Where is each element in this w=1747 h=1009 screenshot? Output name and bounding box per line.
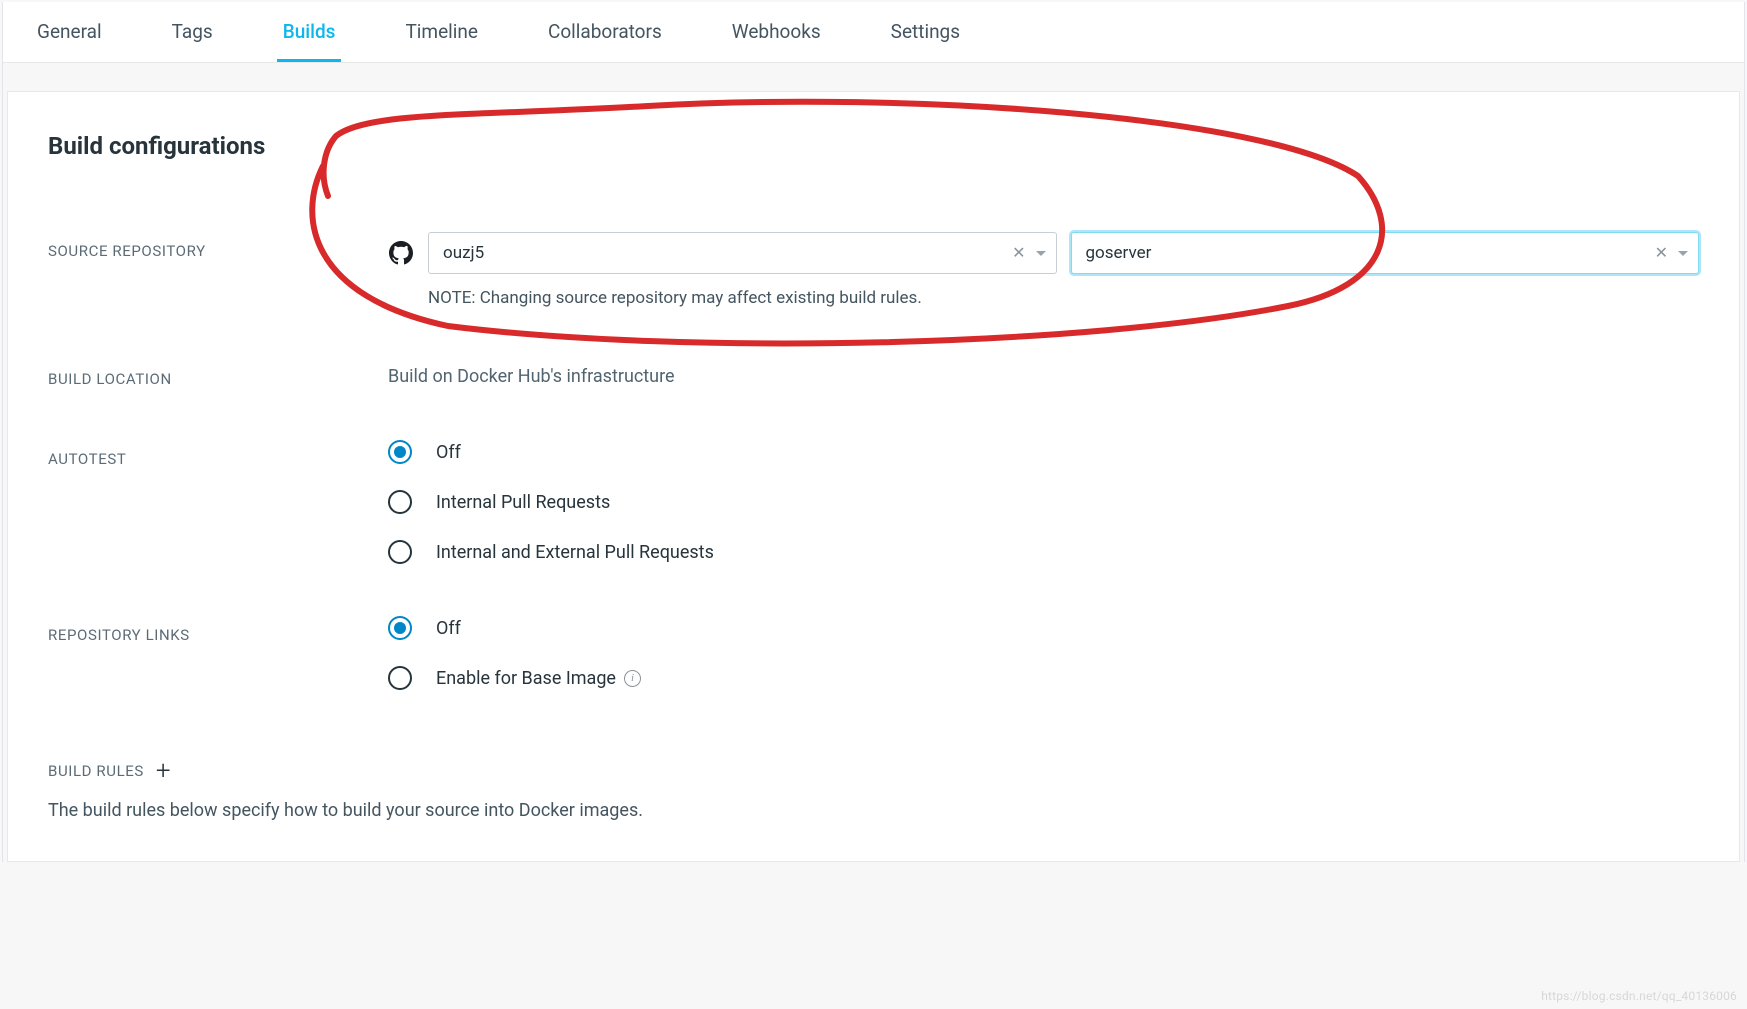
add-build-rule-icon[interactable]: + (156, 758, 171, 784)
owner-select[interactable]: ouzj5 ✕ (428, 232, 1057, 274)
source-repository-note: NOTE: Changing source repository may aff… (428, 288, 1699, 308)
page-title: Build configurations (48, 132, 1699, 160)
autotest-label: AUTOTEST (48, 440, 388, 468)
tab-webhooks[interactable]: Webhooks (726, 2, 827, 62)
clear-repo-icon[interactable]: ✕ (1655, 245, 1668, 261)
radio-icon (388, 666, 412, 690)
radio-label: Enable for Base Image i (436, 668, 641, 689)
tab-bar: General Tags Builds Timeline Collaborato… (3, 2, 1744, 63)
source-repository-label: SOURCE REPOSITORY (48, 232, 388, 260)
radio-label: Off (436, 618, 461, 639)
build-rules-label: BUILD RULES (48, 762, 144, 780)
watermark: https://blog.csdn.net/qq_40136006 (1541, 989, 1737, 1003)
repo-select[interactable]: goserver ✕ (1071, 232, 1700, 274)
autotest-option-internal-pr[interactable]: Internal Pull Requests (388, 490, 1699, 514)
build-location-text: Build on Docker Hub's infrastructure (388, 360, 1699, 387)
info-icon[interactable]: i (624, 670, 641, 687)
autotest-radio-group: Off Internal Pull Requests Internal and … (388, 440, 1699, 564)
tab-settings[interactable]: Settings (885, 2, 966, 62)
repository-links-radio-group: Off Enable for Base Image i (388, 616, 1699, 690)
repository-links-option-off[interactable]: Off (388, 616, 1699, 640)
tab-builds[interactable]: Builds (277, 2, 342, 62)
clear-owner-icon[interactable]: ✕ (1012, 245, 1025, 261)
repository-links-label: REPOSITORY LINKS (48, 616, 388, 644)
repository-links-option-enable-base-image[interactable]: Enable for Base Image i (388, 666, 1699, 690)
chevron-down-icon[interactable] (1036, 251, 1046, 256)
radio-icon (388, 440, 412, 464)
radio-label: Internal Pull Requests (436, 492, 610, 513)
radio-label: Internal and External Pull Requests (436, 542, 714, 563)
build-rules-description: The build rules below specify how to bui… (48, 800, 1699, 821)
repo-select-value: goserver (1086, 243, 1152, 263)
autotest-option-internal-external-pr[interactable]: Internal and External Pull Requests (388, 540, 1699, 564)
github-icon (388, 240, 414, 266)
owner-select-value: ouzj5 (443, 243, 484, 263)
radio-icon (388, 490, 412, 514)
autotest-option-off[interactable]: Off (388, 440, 1699, 464)
tab-tags[interactable]: Tags (166, 2, 219, 62)
radio-icon (388, 616, 412, 640)
radio-label: Off (436, 442, 461, 463)
build-location-label: BUILD LOCATION (48, 360, 388, 388)
tab-collaborators[interactable]: Collaborators (542, 2, 668, 62)
tab-timeline[interactable]: Timeline (399, 2, 484, 62)
chevron-down-icon[interactable] (1678, 251, 1688, 256)
radio-icon (388, 540, 412, 564)
tab-general[interactable]: General (31, 2, 108, 62)
